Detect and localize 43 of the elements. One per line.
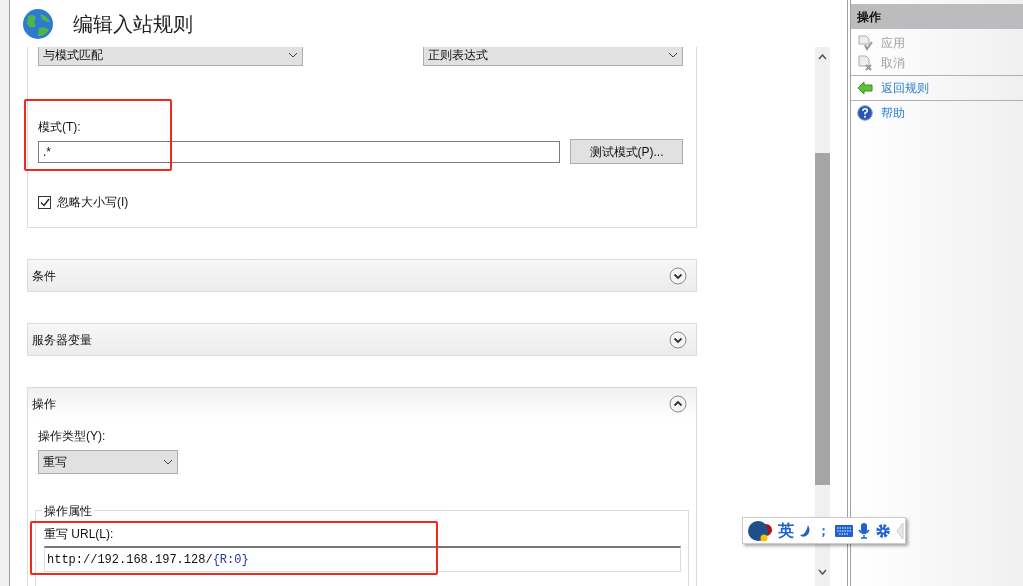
section-header[interactable]: 服务器变量: [28, 324, 696, 355]
section-title: 操作: [32, 395, 56, 413]
chevron-down-icon: [163, 459, 173, 465]
using-dropdown[interactable]: 与模式匹配: [38, 47, 303, 66]
scroll-up-icon[interactable]: [818, 54, 827, 60]
arrow-left-icon: [857, 81, 873, 95]
scroll-down-icon[interactable]: [818, 569, 827, 575]
help-icon: [857, 105, 873, 121]
checkbox[interactable]: [38, 195, 51, 209]
keyboard-icon[interactable]: [835, 524, 853, 537]
group-title: 操作属性: [42, 502, 94, 520]
expand-icon[interactable]: [669, 330, 687, 349]
url-field[interactable]: http://192.168.197.128/{R:0}: [44, 546, 681, 572]
action-type-dropdown[interactable]: 重写: [38, 450, 178, 474]
section-header[interactable]: 条件: [28, 260, 696, 291]
window-title: 编辑入站规则: [73, 11, 193, 37]
section-title: 服务器变量: [32, 331, 92, 349]
pane-action[interactable]: 帮助: [851, 103, 1023, 123]
syntax-dropdown[interactable]: 正则表达式: [423, 47, 683, 66]
chevron-down-icon: [668, 52, 678, 58]
test-pattern-button[interactable]: 测试模式(P)...: [570, 139, 683, 164]
expand-icon[interactable]: [669, 266, 687, 285]
url-label: 重写 URL(L):: [44, 526, 115, 543]
pattern-label: 模式(T):: [38, 119, 82, 136]
moon-icon[interactable]: [799, 523, 812, 538]
document-x-icon: [857, 55, 873, 71]
punctuation-toggle[interactable]: ；: [817, 520, 830, 541]
chevron-down-icon: [288, 52, 298, 58]
pane-action[interactable]: 返回规则: [851, 78, 1023, 98]
scrollbar[interactable]: [815, 47, 830, 586]
pane-header: 操作: [851, 4, 1023, 29]
checkbox-label: 忽略大小写(I): [57, 194, 129, 211]
pattern-field[interactable]: .*: [38, 140, 560, 163]
document-check-icon: [857, 35, 873, 51]
check-icon: [39, 197, 50, 207]
microphone-icon[interactable]: [858, 522, 870, 539]
section-title: 条件: [32, 267, 56, 285]
collapse-icon[interactable]: [669, 394, 687, 413]
ime-logo-icon[interactable]: [747, 519, 773, 542]
globe-icon: [22, 7, 54, 40]
input-mode-toggle[interactable]: 英: [778, 518, 794, 543]
settings-icon[interactable]: [875, 522, 891, 539]
action-type-label: 操作类型(Y):: [38, 428, 107, 445]
